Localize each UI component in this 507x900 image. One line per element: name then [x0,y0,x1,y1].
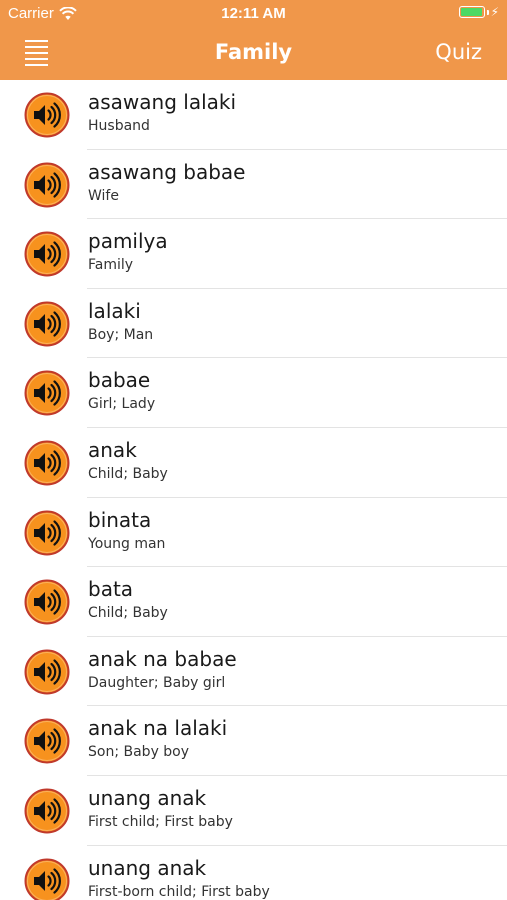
battery-tip [486,9,489,15]
play-audio-button[interactable] [24,510,70,556]
tagalog-word: unang anak [88,855,207,880]
tagalog-word: babae [88,368,151,393]
list-item[interactable]: anak na lalaki Son; Baby boy [0,706,507,776]
speaker-icon [24,579,70,625]
speaker-icon [24,440,70,486]
play-audio-button[interactable] [24,301,70,347]
list-item[interactable]: anak na babae Daughter; Baby girl [0,637,507,707]
english-translation: First child; First baby [88,813,233,830]
tagalog-word: asawang babae [88,159,246,184]
speaker-icon [24,718,70,764]
battery-indicator: ⚡︎ [458,5,499,19]
speaker-icon [24,649,70,695]
tagalog-word: asawang lalaki [88,90,237,114]
top-bar: Carrier 12:11 AM ⚡︎ Family Quiz [0,0,507,80]
app-screen: Carrier 12:11 AM ⚡︎ Family Quiz asawang … [0,0,507,900]
speaker-icon [24,92,70,138]
play-audio-button[interactable] [24,440,70,486]
english-translation: Family [88,257,134,274]
status-time: 12:11 AM [221,5,286,22]
english-translation: Wife [88,187,119,204]
battery-icon [458,6,485,18]
tagalog-word: anak na babae [88,646,237,671]
navigation-bar: Family Quiz [0,28,507,80]
list-item[interactable]: bata Child; Baby [0,567,507,637]
tagalog-word: unang anak [88,785,207,810]
play-audio-button[interactable] [24,231,70,277]
play-audio-button[interactable] [24,718,70,764]
status-bar: Carrier 12:11 AM ⚡︎ [0,0,507,28]
english-translation: Boy; Man [88,326,154,343]
battery-level [460,8,483,16]
speaker-icon [24,510,70,556]
list-item[interactable]: unang anak First-born child; First baby [0,846,507,900]
list-item[interactable]: babae Girl; Lady [0,358,507,428]
speaker-icon [24,788,70,834]
vocabulary-list[interactable]: asawang lalaki Husband asawang babae Wif… [0,80,507,900]
english-translation: Son; Baby boy [88,744,190,761]
english-translation: Child; Baby [88,465,168,482]
english-translation: Daughter; Baby girl [88,674,226,691]
play-audio-button[interactable] [24,858,70,900]
charging-bolt-icon: ⚡︎ [490,5,499,19]
tagalog-word: anak na lalaki [88,716,228,741]
play-audio-button[interactable] [24,92,70,138]
list-item[interactable]: asawang babae Wife [0,150,507,220]
english-translation: Husband [88,118,150,134]
tagalog-word: bata [88,577,134,602]
list-item[interactable]: anak Child; Baby [0,428,507,498]
quiz-button[interactable]: Quiz [435,40,482,64]
play-audio-button[interactable] [24,649,70,695]
english-translation: First-born child; First baby [88,883,270,900]
speaker-icon [24,301,70,347]
tagalog-word: pamilya [88,229,168,254]
list-item[interactable]: unang anak First child; First baby [0,776,507,846]
tagalog-word: binata [88,507,152,532]
tagalog-word: lalaki [88,298,141,323]
play-audio-button[interactable] [24,162,70,208]
play-audio-button[interactable] [24,370,70,416]
list-item[interactable]: lalaki Boy; Man [0,289,507,359]
play-audio-button[interactable] [24,788,70,834]
english-translation: Young man [88,535,166,552]
tagalog-word: anak [88,437,137,462]
menu-button[interactable] [25,40,48,66]
speaker-icon [24,858,70,900]
play-audio-button[interactable] [24,579,70,625]
list-item[interactable]: asawang lalaki Husband [0,80,507,150]
speaker-icon [24,370,70,416]
english-translation: Child; Baby [88,605,168,622]
english-translation: Girl; Lady [88,396,156,413]
list-item[interactable]: pamilya Family [0,219,507,289]
list-item[interactable]: binata Young man [0,498,507,568]
page-title: Family [214,40,293,64]
speaker-icon [24,162,70,208]
speaker-icon [24,231,70,277]
